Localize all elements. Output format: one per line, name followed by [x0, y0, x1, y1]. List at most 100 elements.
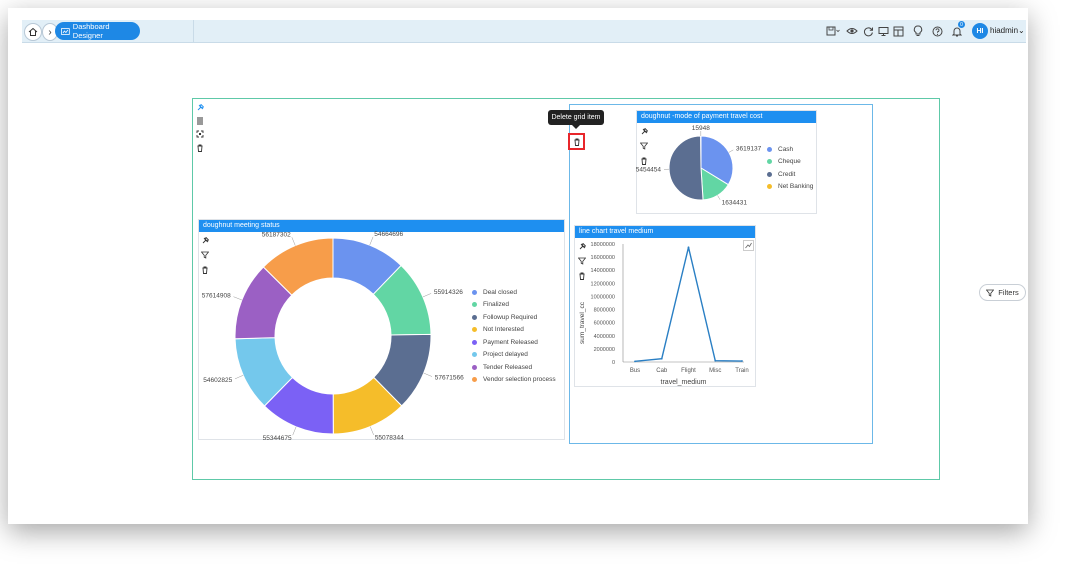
data-label: 55078344	[375, 435, 404, 440]
y-tick-label: 14000000	[591, 268, 615, 274]
legend-label: Tender Released	[483, 363, 533, 371]
delete-tooltip: Delete grid item	[548, 110, 604, 125]
label-leader-line	[423, 372, 433, 377]
data-point	[741, 360, 743, 362]
data-label: 54602825	[203, 377, 232, 384]
preview-button[interactable]	[845, 24, 859, 38]
chevron-down-icon: ⌄	[1018, 26, 1025, 35]
avatar[interactable]: HI	[972, 23, 988, 39]
notification-badge: 0	[958, 21, 965, 28]
legend-swatch	[472, 302, 477, 308]
legend-item[interactable]: Followup Required	[472, 311, 556, 324]
trash-icon	[574, 138, 579, 146]
help-button[interactable]	[930, 24, 944, 38]
legend-swatch	[767, 171, 772, 177]
layout-button[interactable]	[891, 24, 905, 38]
legend-swatch	[767, 184, 772, 190]
y-tick-label: 2000000	[594, 347, 615, 353]
home-button[interactable]	[24, 23, 42, 41]
pie-slice	[668, 135, 704, 201]
legend-label: Not Interested	[483, 326, 524, 334]
legend-swatch	[472, 339, 477, 345]
legend-swatch	[472, 314, 477, 320]
legend-item[interactable]: Cash	[767, 143, 813, 156]
pin-icon[interactable]	[195, 103, 204, 112]
data-label: 56187302	[262, 231, 291, 238]
legend-item[interactable]: Cheque	[767, 156, 813, 169]
breadcrumb-dashboard-designer[interactable]: Dashboard Designer	[55, 22, 140, 40]
data-label: 5454454	[636, 166, 661, 173]
user-menu[interactable]: hiadmin⌄	[990, 26, 1025, 35]
y-tick-label: 4000000	[594, 334, 615, 340]
x-tick-label: Train	[735, 368, 748, 374]
legend-label: Cheque	[778, 158, 801, 166]
tips-button[interactable]	[911, 24, 925, 38]
legend-item[interactable]: Finalized	[472, 299, 556, 312]
legend-swatch	[767, 159, 772, 165]
save-menu-button[interactable]	[826, 24, 840, 38]
topbar-divider	[193, 20, 194, 42]
data-label: 15948	[692, 125, 710, 132]
data-label: 55344675	[263, 435, 292, 440]
legend-item[interactable]: Not Interested	[472, 324, 556, 337]
grid-icon[interactable]	[195, 116, 204, 125]
refresh-button[interactable]	[861, 24, 875, 38]
payment-legend: Cash Cheque Credit Net Banking	[767, 143, 813, 193]
help-icon	[932, 26, 942, 36]
label-leader-line	[717, 195, 721, 200]
legend-item[interactable]: Credit	[767, 168, 813, 181]
legend-item[interactable]: Payment Released	[472, 336, 556, 349]
label-leader-line	[292, 426, 297, 436]
legend-label: Finalized	[483, 301, 510, 309]
monitor-icon	[878, 26, 888, 36]
data-point	[634, 360, 636, 363]
label-leader-line	[728, 149, 734, 153]
x-tick-label: Cab	[656, 368, 668, 374]
travel-line-chart: 0 2000000 4000000 6000000 8000000 10000000 120…	[579, 242, 749, 386]
legend-label: Project delayed	[483, 351, 528, 359]
data-label: 55914326	[434, 289, 463, 296]
legend-label: Net Banking	[778, 183, 814, 191]
legend-swatch	[767, 146, 772, 152]
delete-grid-item-button[interactable]	[568, 133, 585, 150]
user-name: hiadmin	[990, 26, 1019, 35]
legend-label: Vendor selection process	[483, 376, 556, 384]
legend-label: Payment Released	[483, 338, 538, 346]
x-tick-label: Flight	[681, 368, 696, 374]
breadcrumb-label: Dashboard Designer	[72, 22, 110, 40]
eye-icon	[846, 28, 858, 34]
data-label: 57671566	[435, 375, 464, 382]
meeting-doughnut-chart: 54664696 55914326 57671566 55078344 55344675…	[202, 231, 464, 440]
legend-label: Deal closed	[483, 288, 517, 296]
present-button[interactable]	[876, 24, 890, 38]
label-leader-line	[233, 296, 242, 301]
x-tick-label: Bus	[630, 368, 640, 374]
y-tick-label: 6000000	[594, 321, 615, 327]
legend-item[interactable]: Tender Released	[472, 361, 556, 374]
filters-button[interactable]: Filters	[979, 284, 1026, 301]
data-label: 57614908	[202, 293, 231, 300]
refresh-icon	[863, 26, 873, 36]
series-line	[634, 247, 743, 363]
y-tick-label: 12000000	[591, 281, 615, 287]
label-leader-line	[369, 236, 374, 246]
legend-item[interactable]: Vendor selection process	[472, 374, 556, 387]
filter-icon	[986, 289, 995, 297]
filters-label: Filters	[998, 288, 1019, 297]
expand-icon[interactable]	[195, 129, 204, 138]
legend-swatch	[472, 289, 477, 295]
data-point	[714, 359, 717, 362]
legend-item[interactable]: Net Banking	[767, 181, 813, 194]
legend-label: Followup Required	[483, 313, 538, 321]
y-tick-label: 16000000	[591, 255, 615, 261]
x-tick-label: Misc	[709, 368, 721, 374]
y-tick-label: 10000000	[591, 294, 615, 300]
data-label: 54664696	[374, 231, 403, 238]
legend-swatch	[472, 377, 477, 383]
y-axis-title: sum_travel_cc	[579, 301, 586, 344]
legend-item[interactable]: Deal closed	[472, 286, 556, 299]
legend-item[interactable]: Project delayed	[472, 349, 556, 362]
tooltip-arrow	[572, 125, 580, 129]
trash-icon[interactable]	[195, 143, 204, 152]
lightbulb-icon	[913, 25, 923, 36]
